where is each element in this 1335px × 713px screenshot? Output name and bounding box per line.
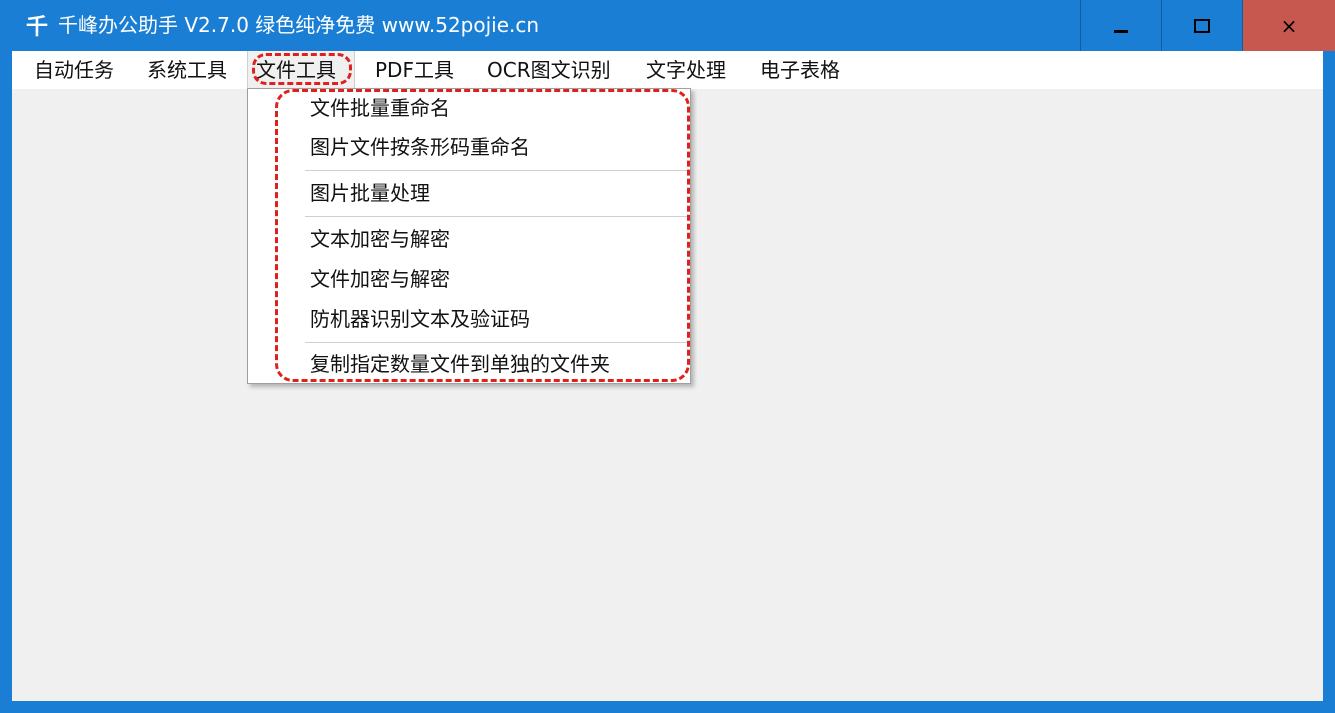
menu-bar: 自动任务 系统工具 文件工具 PDF工具 OCR图文识别 文字处理 电子表格 <box>12 51 1323 89</box>
menu-separator <box>305 342 687 343</box>
dropdown-item-copy-files[interactable]: 复制指定数量文件到单独的文件夹 <box>248 345 690 383</box>
menu-spreadsheet[interactable]: 电子表格 <box>752 51 848 89</box>
app-window: 千 千峰办公助手 V2.7.0 绿色纯净免费 www.52pojie.cn × … <box>0 0 1335 713</box>
dropdown-item-anti-bot-text[interactable]: 防机器识别文本及验证码 <box>248 300 690 338</box>
close-button[interactable]: × <box>1242 0 1335 51</box>
dropdown-item-barcode-rename[interactable]: 图片文件按条形码重命名 <box>248 128 690 166</box>
minimize-button[interactable] <box>1080 0 1161 51</box>
menu-file-tools[interactable]: 文件工具 <box>247 51 355 89</box>
close-icon: × <box>1280 13 1298 38</box>
maximize-button[interactable] <box>1161 0 1242 51</box>
menu-text-processing[interactable]: 文字处理 <box>638 51 734 89</box>
minimize-icon <box>1114 30 1128 33</box>
maximize-icon <box>1194 18 1210 33</box>
app-logo-icon: 千 <box>25 14 48 40</box>
dropdown-item-batch-rename[interactable]: 文件批量重命名 <box>248 89 690 127</box>
menu-auto-task[interactable]: 自动任务 <box>26 51 122 89</box>
menu-separator <box>305 216 687 217</box>
menu-ocr[interactable]: OCR图文识别 <box>479 51 619 89</box>
dropdown-item-file-encrypt[interactable]: 文件加密与解密 <box>248 260 690 298</box>
menu-pdf-tools[interactable]: PDF工具 <box>367 51 462 89</box>
menu-system-tools[interactable]: 系统工具 <box>139 51 235 89</box>
window-title: 千峰办公助手 V2.7.0 绿色纯净免费 www.52pojie.cn <box>58 13 540 37</box>
title-bar[interactable]: 千 千峰办公助手 V2.7.0 绿色纯净免费 www.52pojie.cn × <box>0 0 1335 51</box>
menu-separator <box>305 170 687 171</box>
file-tools-dropdown: 文件批量重命名 图片文件按条形码重命名 图片批量处理 文本加密与解密 文件加密与… <box>247 88 691 384</box>
client-area: 自动任务 系统工具 文件工具 PDF工具 OCR图文识别 文字处理 电子表格 文… <box>12 51 1323 701</box>
dropdown-item-text-encrypt[interactable]: 文本加密与解密 <box>248 220 690 258</box>
dropdown-item-image-batch[interactable]: 图片批量处理 <box>248 174 690 212</box>
